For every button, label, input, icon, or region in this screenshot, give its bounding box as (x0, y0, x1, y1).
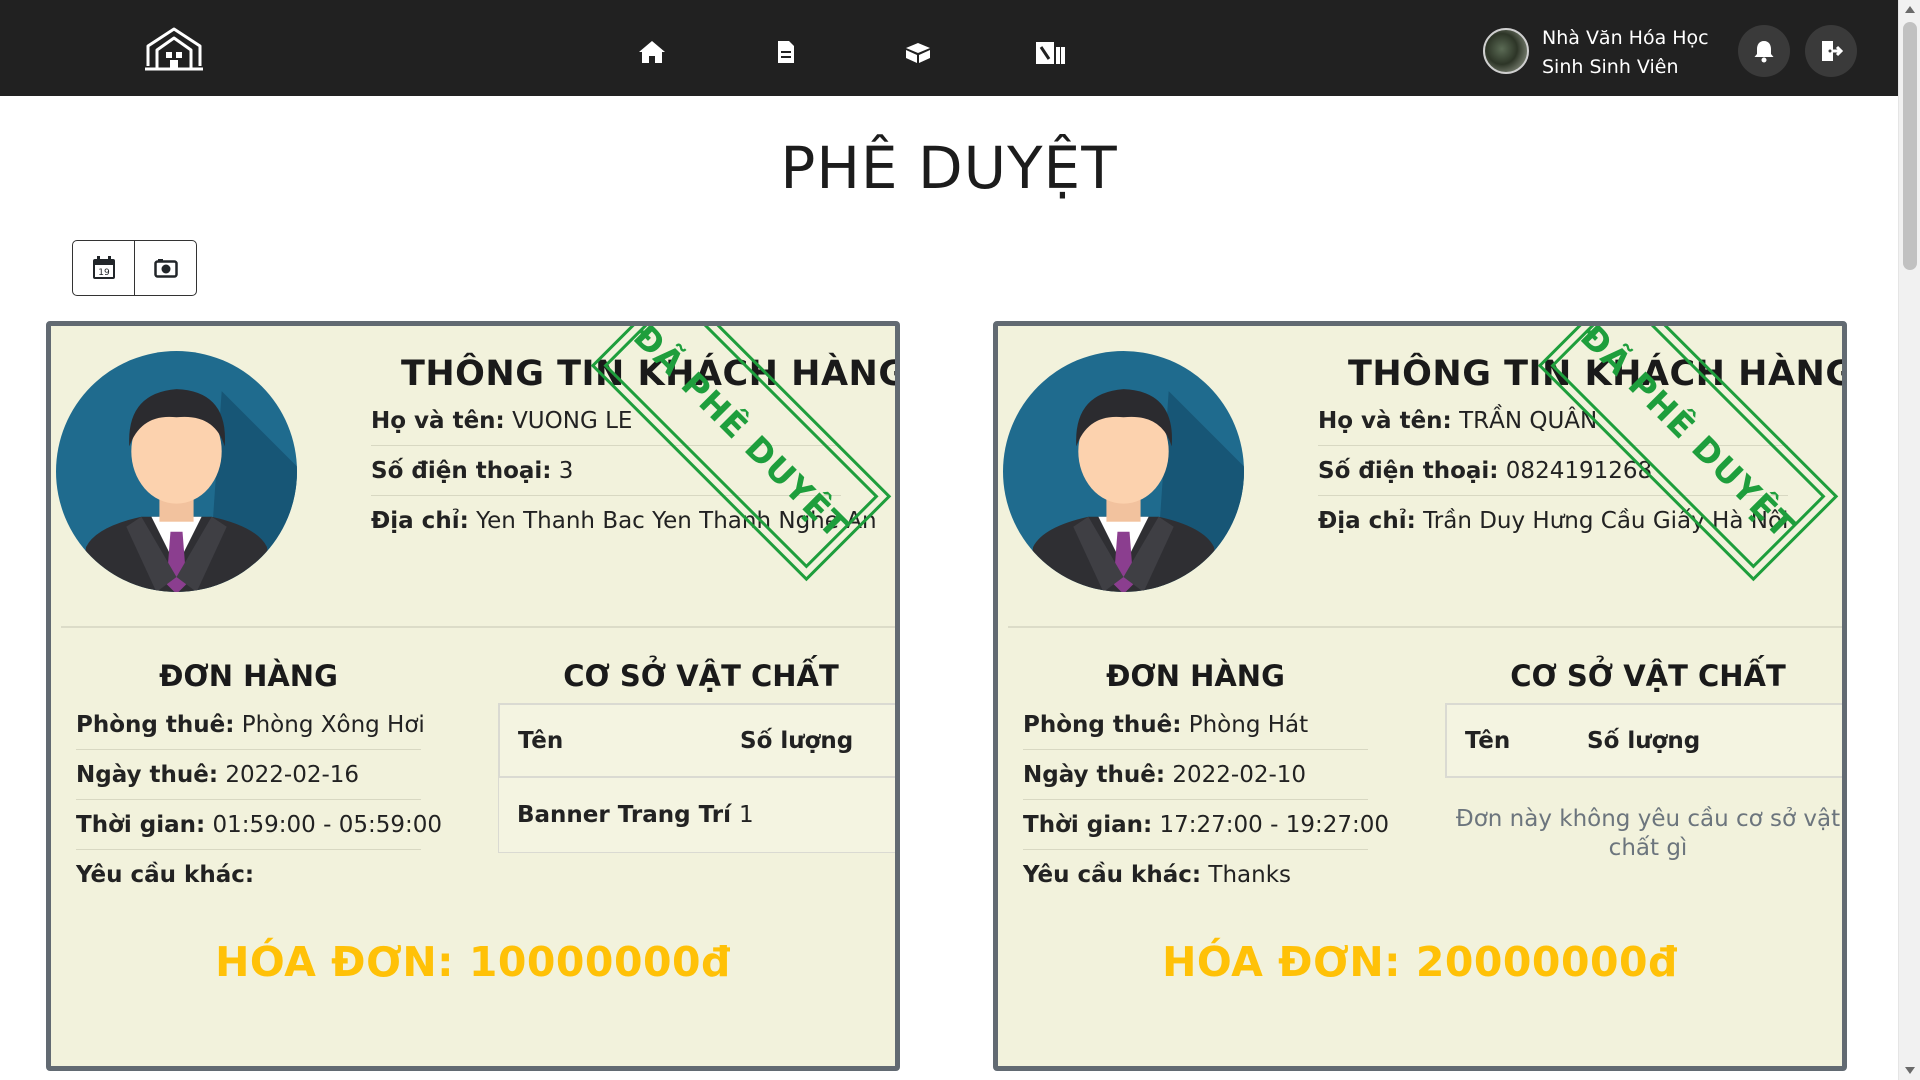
facility-name: Banner Trang Trí (517, 802, 732, 828)
order-other-row: Yêu cầu khác: (76, 851, 421, 900)
no-facility-message: Đơn này không yêu cầu cơ sở vật chất gì (1455, 806, 1841, 861)
order-date: 2022-02-16 (225, 762, 360, 788)
phone-label: Số điện thoại: (371, 458, 552, 484)
date-label: Ngày thuê: (1023, 762, 1166, 788)
time-label: Thời gian: (1023, 812, 1153, 838)
customer-avatar (56, 351, 297, 592)
col-name-header: Tên (1465, 727, 1511, 754)
order-room-row: Phòng thuê: Phòng Xông Hơi (76, 701, 425, 750)
order-date: 2022-02-10 (1172, 762, 1307, 788)
camera-view-button[interactable] (134, 241, 196, 295)
order-room-row: Phòng thuê: Phòng Hát (1023, 701, 1368, 750)
date-label: Ngày thuê: (76, 762, 219, 788)
room-label: Phòng thuê: (1023, 712, 1182, 738)
bell-icon[interactable] (1738, 25, 1790, 77)
customer-phone: 3 (558, 458, 574, 484)
order-room: Phòng Xông Hơi (241, 712, 425, 738)
col-qty-header: Số lượng (740, 727, 854, 754)
user-avatar[interactable] (1483, 28, 1529, 74)
scroll-up-icon[interactable] (1905, 6, 1915, 13)
approval-card: THÔNG TIN KHÁCH HÀNG Họ và tên: VUONG LE… (46, 321, 900, 1071)
phone-label: Số điện thoại: (1318, 458, 1499, 484)
scroll-thumb[interactable] (1903, 22, 1917, 270)
time-label: Thời gian: (76, 812, 206, 838)
box-icon[interactable] (902, 38, 934, 66)
page-scrollbar[interactable] (1898, 0, 1920, 1080)
customer-name: TRẦN QUÂN (1459, 408, 1598, 434)
user-name[interactable]: Nhà Văn Hóa Học Sinh Sinh Viên (1542, 24, 1742, 82)
facility-table: Tên Số lượng Banner Trang Trí 1 (498, 703, 895, 853)
facility-table-header: Tên Số lượng (498, 703, 895, 778)
order-title: ĐƠN HÀNG (1106, 659, 1285, 693)
other-label: Yêu cầu khác: (76, 862, 255, 888)
home-icon[interactable] (636, 38, 668, 66)
house-logo-icon[interactable] (145, 26, 203, 72)
view-toggle-group: 19 (72, 240, 197, 296)
camera-icon (153, 259, 178, 278)
customer-avatar (1003, 351, 1244, 592)
approval-card: THÔNG TIN KHÁCH HÀNG Họ và tên: TRẦN QUÂ… (993, 321, 1847, 1071)
calendar-icon: 19 (92, 256, 115, 279)
customer-name: VUONG LE (512, 408, 633, 434)
facility-table-header: Tên Số lượng (1445, 703, 1842, 778)
col-qty-header: Số lượng (1587, 727, 1701, 754)
document-icon[interactable] (770, 38, 802, 66)
order-room: Phòng Hát (1188, 712, 1309, 738)
order-time-row: Thời gian: 17:27:00 - 19:27:00 (1023, 801, 1389, 850)
facility-table: Tên Số lượng (1445, 703, 1842, 778)
order-other-row: Yêu cầu khác: Thanks (1023, 851, 1368, 900)
logout-icon[interactable] (1805, 25, 1857, 77)
facility-qty: 1 (739, 802, 754, 828)
address-label: Địa chỉ: (371, 508, 469, 534)
order-title: ĐƠN HÀNG (159, 659, 338, 693)
order-other: Thanks (1208, 862, 1292, 888)
calendar-day: 19 (98, 268, 110, 278)
name-label: Họ và tên: (1318, 408, 1452, 434)
order-date-row: Ngày thuê: 2022-02-10 (1023, 751, 1368, 800)
invoice-total: HÓA ĐƠN: 20000000đ (1162, 938, 1678, 986)
room-label: Phòng thuê: (76, 712, 235, 738)
building-icon[interactable] (1034, 38, 1066, 66)
order-date-row: Ngày thuê: 2022-02-16 (76, 751, 421, 800)
col-name-header: Tên (518, 727, 564, 754)
order-time: 17:27:00 - 19:27:00 (1159, 812, 1390, 838)
top-navbar: Nhà Văn Hóa Học Sinh Sinh Viên (0, 0, 1898, 96)
customer-phone: 0824191268 (1505, 458, 1653, 484)
facility-title: CƠ SỞ VẬT CHẤT (563, 659, 839, 693)
table-row: Banner Trang Trí 1 (498, 778, 895, 853)
invoice-total: HÓA ĐƠN: 10000000đ (215, 938, 731, 986)
name-label: Họ và tên: (371, 408, 505, 434)
divider (1008, 626, 1842, 628)
order-time: 01:59:00 - 05:59:00 (212, 812, 443, 838)
other-label: Yêu cầu khác: (1023, 862, 1202, 888)
page-title: PHÊ DUYỆT (780, 134, 1118, 202)
calendar-view-button[interactable]: 19 (73, 241, 134, 295)
address-label: Địa chỉ: (1318, 508, 1416, 534)
divider (61, 626, 895, 628)
facility-title: CƠ SỞ VẬT CHẤT (1510, 659, 1786, 693)
scroll-down-icon[interactable] (1905, 1067, 1915, 1074)
order-time-row: Thời gian: 01:59:00 - 05:59:00 (76, 801, 442, 850)
